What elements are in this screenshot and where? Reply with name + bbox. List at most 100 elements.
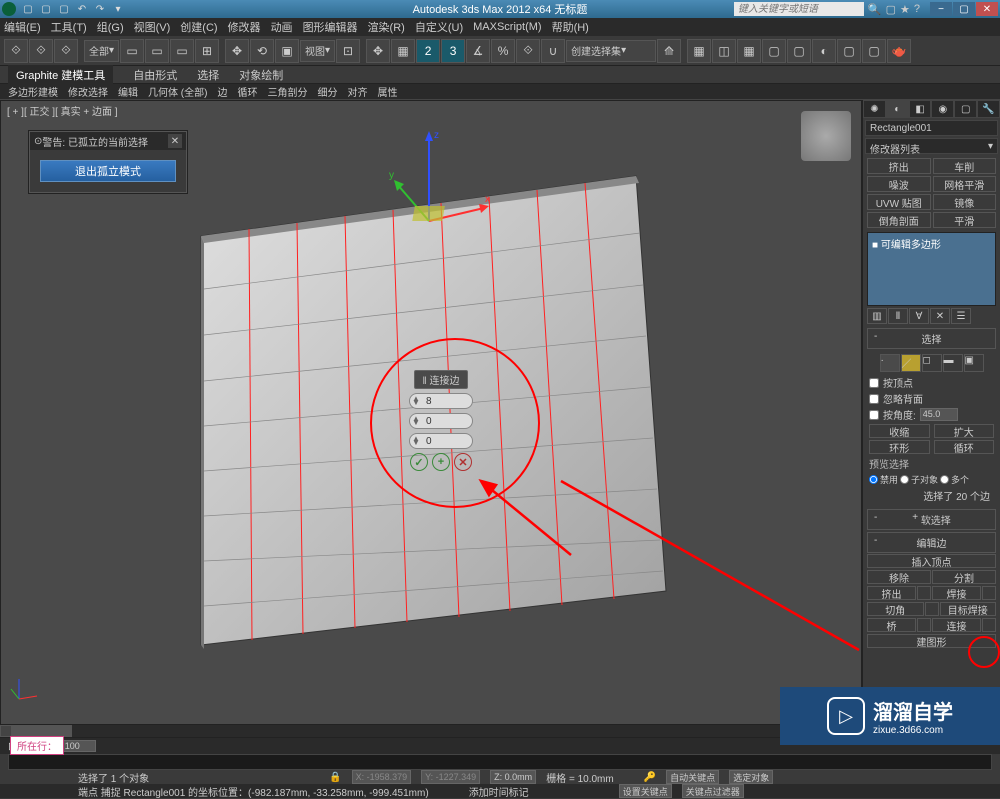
chamfer-button[interactable]: 切角 <box>867 602 924 616</box>
favorites-icon[interactable]: ★ <box>900 3 910 16</box>
bridge-settings-button[interactable] <box>917 618 931 632</box>
vertex-level-icon[interactable]: · <box>880 354 900 372</box>
key-filters-button[interactable]: 关键点过滤器 <box>682 784 744 798</box>
qa-open-icon[interactable]: ▢ <box>38 2 54 16</box>
snap-magnet-icon[interactable]: ∪ <box>541 39 565 63</box>
menu-view[interactable]: 视图(V) <box>134 19 171 35</box>
by-angle-checkbox[interactable] <box>869 410 879 420</box>
polygon-level-icon[interactable]: ▬ <box>943 354 963 372</box>
target-weld-button[interactable]: 目标焊接 <box>940 602 997 616</box>
material-editor-icon[interactable]: ◐ <box>812 39 836 63</box>
pinch-spinner[interactable]: ▲▼0 <box>409 413 473 429</box>
hierarchy-tab-icon[interactable]: ◧ <box>909 100 932 118</box>
selected-area-combo[interactable]: 选定对象 <box>729 770 773 784</box>
exit-isolate-button[interactable]: 退出孤立模式 <box>40 160 176 182</box>
ribbon-tab-paint[interactable]: 对象绘制 <box>239 67 283 83</box>
motion-tab-icon[interactable]: ◉ <box>931 100 954 118</box>
ref-coord-combo[interactable]: 视图 ▾ <box>300 40 335 62</box>
viewport[interactable]: [ + ][ 正交 ][ 真实 + 边面 ] <box>0 100 862 725</box>
render-setup-icon[interactable]: ▢ <box>837 39 861 63</box>
ribbon-toggle-icon[interactable]: ▦ <box>737 39 761 63</box>
move-icon[interactable]: ✥ <box>225 39 249 63</box>
track-bar[interactable] <box>8 754 992 770</box>
preview-multi-radio[interactable] <box>940 475 949 484</box>
rotate-icon[interactable]: ⟲ <box>250 39 274 63</box>
qbtn-smooth[interactable]: 平滑 <box>933 212 997 228</box>
bridge-button[interactable]: 桥 <box>867 618 916 632</box>
weld-button[interactable]: 焊接 <box>932 586 981 600</box>
snap-3d-icon[interactable]: 3 <box>441 39 465 63</box>
modifier-list-combo[interactable]: 修改器列表▾ <box>865 138 998 154</box>
menu-rendering[interactable]: 渲染(R) <box>368 19 405 35</box>
menu-maxscript[interactable]: MAXScript(M) <box>473 21 541 33</box>
help-icon[interactable]: ? <box>914 3 920 15</box>
menu-edit[interactable]: 编辑(E) <box>4 19 41 35</box>
grow-button[interactable]: 扩大 <box>934 424 995 438</box>
autokey-button[interactable]: 自动关键点 <box>666 770 719 784</box>
select-icon[interactable]: ▭ <box>120 39 144 63</box>
ribbon-tab-selection[interactable]: 选择 <box>197 67 219 83</box>
qbtn-meshsmooth[interactable]: 网格平滑 <box>933 176 997 192</box>
select-region-icon[interactable]: ▭ <box>170 39 194 63</box>
extrude-button[interactable]: 挤出 <box>867 586 916 600</box>
edge-level-icon[interactable]: ／ <box>901 354 921 372</box>
key-icon[interactable]: 🔑 <box>644 772 656 783</box>
search-icon[interactable]: 🔍 <box>868 3 882 16</box>
link-icon[interactable]: ⟐ <box>4 39 28 63</box>
layers-icon[interactable]: ◫ <box>712 39 736 63</box>
extrude-settings-button[interactable] <box>917 586 931 600</box>
configure-icon[interactable]: ☰ <box>951 308 971 324</box>
create-tab-icon[interactable]: ✺ <box>863 100 886 118</box>
lock-icon[interactable]: 🔒 <box>329 772 341 783</box>
rpanel-align[interactable]: 对齐 <box>347 84 367 99</box>
curve-editor-icon[interactable]: ▢ <box>762 39 786 63</box>
rpanel-subdiv[interactable]: 细分 <box>317 84 337 99</box>
render-icon[interactable]: 🫖 <box>887 39 911 63</box>
keyboard-icon[interactable]: ▦ <box>391 39 415 63</box>
schematic-icon[interactable]: ▢ <box>787 39 811 63</box>
element-level-icon[interactable]: ▣ <box>964 354 984 372</box>
object-name-field[interactable]: Rectangle001 <box>865 120 998 136</box>
ignore-backfacing-checkbox[interactable] <box>869 394 879 404</box>
manipulate-icon[interactable]: ✥ <box>366 39 390 63</box>
modifier-item[interactable]: ■ 可编辑多边形 <box>870 235 993 252</box>
menu-group[interactable]: 组(G) <box>97 19 124 35</box>
utilities-tab-icon[interactable]: 🔧 <box>977 100 1000 118</box>
remove-mod-icon[interactable]: ✕ <box>930 308 950 324</box>
rpanel-loops[interactable]: 循环 <box>237 84 257 99</box>
rpanel-geometry[interactable]: 几何体 (全部) <box>148 84 207 99</box>
warning-close-button[interactable]: ✕ <box>168 134 182 148</box>
qa-undo-icon[interactable]: ↶ <box>74 2 90 16</box>
maximize-button[interactable]: ▢ <box>953 2 975 16</box>
select-name-icon[interactable]: ▭ <box>145 39 169 63</box>
rollout-soft-selection[interactable]: + 软选择 <box>867 509 996 530</box>
qa-redo-icon[interactable]: ↷ <box>92 2 108 16</box>
mirror-icon[interactable]: ⟰ <box>657 39 681 63</box>
spinner-snap-icon[interactable]: ⟐ <box>516 39 540 63</box>
scale-icon[interactable]: ▣ <box>275 39 299 63</box>
angle-spinner[interactable]: 45.0 <box>920 408 958 421</box>
menu-modifiers[interactable]: 修改器 <box>228 19 261 35</box>
pin-stack-icon[interactable]: ▥ <box>867 308 887 324</box>
caddy-apply-button[interactable]: + <box>432 453 450 471</box>
segments-spinner[interactable]: ▲▼8 <box>409 393 473 409</box>
caddy-cancel-button[interactable]: ✕ <box>454 453 472 471</box>
coord-y[interactable]: Y: -1227.349 <box>421 770 480 784</box>
menu-graph-editors[interactable]: 图形编辑器 <box>303 19 358 35</box>
qbtn-noise[interactable]: 噪波 <box>867 176 931 192</box>
display-tab-icon[interactable]: ▢ <box>954 100 977 118</box>
selection-filter-combo[interactable]: 全部 ▾ <box>84 40 119 62</box>
show-result-icon[interactable]: Ⅱ <box>888 308 908 324</box>
qbtn-bevelprofile[interactable]: 倒角剖面 <box>867 212 931 228</box>
qa-more-icon[interactable]: ▾ <box>110 2 126 16</box>
setkey-button[interactable]: 设置关键点 <box>619 784 672 798</box>
connect-button[interactable]: 连接 <box>932 618 981 632</box>
rpanel-edges[interactable]: 边 <box>217 84 227 99</box>
preview-off-radio[interactable] <box>869 475 878 484</box>
add-time-marker[interactable]: 添加时间标记 <box>469 784 529 799</box>
slide-spinner[interactable]: ▲▼0 <box>409 433 473 449</box>
menu-customize[interactable]: 自定义(U) <box>415 19 463 35</box>
preview-subobj-radio[interactable] <box>900 475 909 484</box>
rpanel-props[interactable]: 属性 <box>377 84 397 99</box>
bind-icon[interactable]: ⟐ <box>54 39 78 63</box>
